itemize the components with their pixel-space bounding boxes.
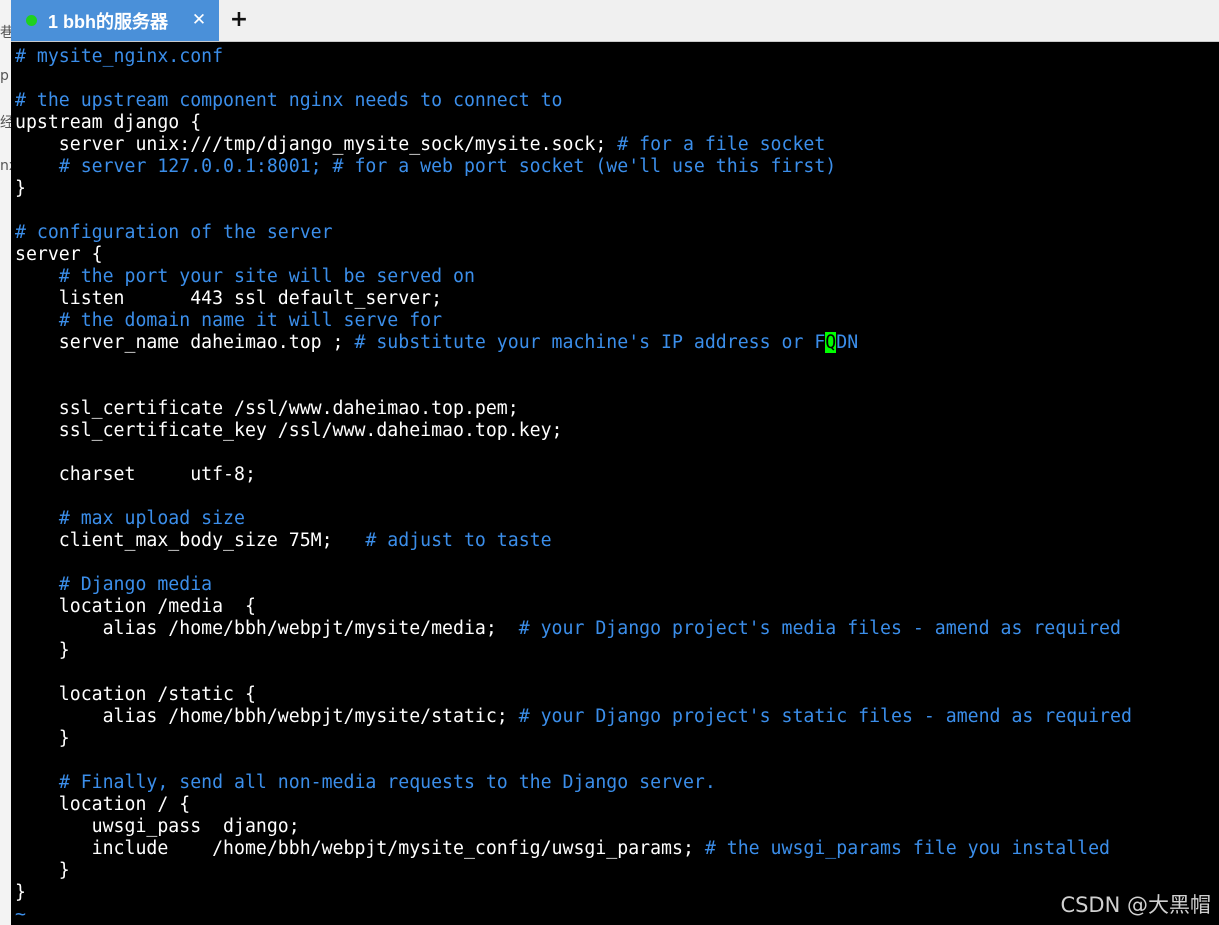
code-line: } xyxy=(15,860,1132,882)
code-line: # the upstream component nginx needs to … xyxy=(15,90,1132,112)
code-comment: # mysite_nginx.conf xyxy=(15,46,224,67)
code-text: alias /home/bbh/webpjt/mysite/media; xyxy=(15,618,519,639)
vim-buffer: # mysite_nginx.conf # the upstream compon… xyxy=(15,46,1132,925)
text-cursor: Q xyxy=(825,332,837,353)
code-text: } xyxy=(15,860,70,881)
code-text: include /home/bbh/webpjt/mysite_config/u… xyxy=(15,838,705,859)
tab-server-session[interactable]: 1 bbh的服务器 ✕ xyxy=(11,0,219,41)
code-text: server_name daheimao.top ; xyxy=(15,332,355,353)
code-comment: # the upstream component nginx needs to … xyxy=(15,90,563,111)
code-comment: # server 127.0.0.1:8001; # for a web por… xyxy=(58,156,837,177)
code-text: } xyxy=(15,178,26,199)
code-line: # max upload size xyxy=(15,508,1132,530)
code-comment: # the port your site will be served on xyxy=(58,266,475,287)
code-line: ssl_certificate_key /ssl/www.daheimao.to… xyxy=(15,420,1132,442)
code-text: server { xyxy=(15,244,103,265)
code-line: upstream django { xyxy=(15,112,1132,134)
code-text: ssl_certificate_key /ssl/www.daheimao.to… xyxy=(15,420,563,441)
code-comment: # Finally, send all non-media requests t… xyxy=(58,772,716,793)
code-text: location /media { xyxy=(15,596,256,617)
code-line: } xyxy=(15,640,1132,662)
code-comment: # max upload size xyxy=(58,508,245,529)
code-comment: # the uwsgi_params file you installed xyxy=(704,838,1110,859)
code-comment: # adjust to taste xyxy=(365,530,552,551)
code-comment: DN xyxy=(836,332,859,353)
code-line: charset utf-8; xyxy=(15,464,1132,486)
code-line: # mysite_nginx.conf xyxy=(15,46,1132,68)
empty-line-tilde: ~ xyxy=(15,904,26,925)
code-comment: # your Django project's media files - am… xyxy=(518,618,1121,639)
code-line: # the port your site will be served on xyxy=(15,266,1132,288)
code-comment: # configuration of the server xyxy=(15,222,333,243)
code-line: location / { xyxy=(15,794,1132,816)
code-text: location /static { xyxy=(15,684,256,705)
code-text: alias /home/bbh/webpjt/mysite/static; xyxy=(15,706,519,727)
new-tab-button[interactable]: + xyxy=(227,8,251,32)
code-line: } xyxy=(15,178,1132,200)
code-text: upstream django { xyxy=(15,112,202,133)
terminal-screen[interactable]: # mysite_nginx.conf # the upstream compon… xyxy=(11,42,1219,925)
code-text: } xyxy=(15,728,70,749)
code-line: server { xyxy=(15,244,1132,266)
connection-status-icon xyxy=(26,15,37,26)
code-text: charset utf-8; xyxy=(15,464,256,485)
code-comment: # for a file socket xyxy=(617,134,826,155)
code-line: alias /home/bbh/webpjt/mysite/media; # y… xyxy=(15,618,1132,640)
code-line: alias /home/bbh/webpjt/mysite/static; # … xyxy=(15,706,1132,728)
code-text: server unix:///tmp/django_mysite_sock/my… xyxy=(15,134,618,155)
code-text: listen 443 ssl default_server; xyxy=(15,288,443,309)
code-line: client_max_body_size 75M; # adjust to ta… xyxy=(15,530,1132,552)
code-line: server unix:///tmp/django_mysite_sock/my… xyxy=(15,134,1132,156)
code-text: location / { xyxy=(15,794,191,815)
tab-label: 1 bbh的服务器 xyxy=(48,11,168,32)
code-comment: # your Django project's static files - a… xyxy=(518,706,1132,727)
code-line: # configuration of the server xyxy=(15,222,1132,244)
code-text: } xyxy=(15,640,70,661)
code-text: client_max_body_size 75M; xyxy=(15,530,366,551)
code-line: ssl_certificate /ssl/www.daheimao.top.pe… xyxy=(15,398,1132,420)
watermark: CSDN @大黑帽 xyxy=(1060,893,1211,917)
code-comment: # substitute your machine's IP address o… xyxy=(354,332,826,353)
code-line: listen 443 ssl default_server; xyxy=(15,288,1132,310)
code-line: # the domain name it will serve for xyxy=(15,310,1132,332)
code-line: } xyxy=(15,728,1132,750)
code-text: uwsgi_pass django; xyxy=(15,816,300,837)
code-line: server_name daheimao.top ; # substitute … xyxy=(15,332,1132,354)
code-line: location /media { xyxy=(15,596,1132,618)
tab-bar: 1 bbh的服务器 ✕ + xyxy=(11,0,1219,42)
code-line: } xyxy=(15,882,1132,904)
code-line: uwsgi_pass django; xyxy=(15,816,1132,838)
code-text: } xyxy=(15,882,26,903)
code-line: # Django media xyxy=(15,574,1132,596)
code-line: location /static { xyxy=(15,684,1132,706)
code-line: # server 127.0.0.1:8001; # for a web por… xyxy=(15,156,1132,178)
code-comment: # Django media xyxy=(58,574,213,595)
code-line: # Finally, send all non-media requests t… xyxy=(15,772,1132,794)
code-line: include /home/bbh/webpjt/mysite_config/u… xyxy=(15,838,1132,860)
code-comment: # the domain name it will serve for xyxy=(58,310,443,331)
close-icon[interactable]: ✕ xyxy=(189,10,209,30)
code-text: ssl_certificate /ssl/www.daheimao.top.pe… xyxy=(15,398,519,419)
